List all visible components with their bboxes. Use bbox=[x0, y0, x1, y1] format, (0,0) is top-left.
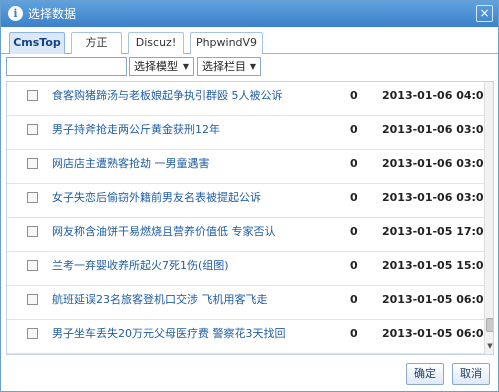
cancel-button[interactable]: 取消 bbox=[452, 363, 490, 385]
comment-count: 0 bbox=[350, 89, 358, 102]
select-data-dialog: i 选择数据 × CmsTop 方正 Discuz! PhpwindV9 选择模… bbox=[0, 0, 499, 392]
dialog-footer: 确定 取消 bbox=[1, 357, 498, 391]
chevron-down-icon: ▼ bbox=[182, 62, 189, 71]
comment-count: 0 bbox=[350, 327, 358, 340]
model-select[interactable]: 选择模型 ▼ bbox=[129, 57, 194, 76]
dialog-title: 选择数据 bbox=[28, 7, 77, 21]
row-checkbox[interactable] bbox=[27, 294, 38, 305]
publish-date: 2013-01-06 04:06 bbox=[382, 89, 492, 102]
row-checkbox[interactable] bbox=[27, 260, 38, 271]
row-checkbox[interactable] bbox=[27, 328, 38, 339]
scroll-down-icon[interactable]: ▼ bbox=[486, 340, 493, 352]
article-title-link[interactable]: 兰考一弃婴收养所起火7死1伤(组图) bbox=[52, 258, 229, 274]
publish-date: 2013-01-05 15:03 bbox=[382, 259, 492, 272]
comment-count: 0 bbox=[350, 293, 358, 306]
tab-discuz[interactable]: Discuz! bbox=[128, 32, 184, 54]
list-item[interactable]: 网店店主遭熟客抢劫 一男童遇害 0 2013-01-06 03:00 bbox=[7, 150, 491, 184]
list-item[interactable]: 航班延误23名旅客登机口交涉 飞机用客飞走 0 2013-01-05 06:04 bbox=[7, 286, 491, 320]
list-item[interactable]: 食客购猪蹄汤与老板娘起争执引群殴 5人被公诉 0 2013-01-06 04:0… bbox=[7, 82, 491, 116]
article-title-link[interactable]: 网店店主遭熟客抢劫 一男童遇害 bbox=[52, 156, 210, 172]
list-item[interactable]: 男子坐车丢失20万元父母医疗费 警察花3天找回 0 2013-01-05 06:… bbox=[7, 320, 491, 354]
article-title-link[interactable]: 食客购猪蹄汤与老板娘起争执引群殴 5人被公诉 bbox=[52, 88, 283, 104]
ok-button[interactable]: 确定 bbox=[406, 363, 444, 385]
row-checkbox[interactable] bbox=[27, 158, 38, 169]
list-item[interactable]: 男子持斧抢走两公斤黄金获刑12年 0 2013-01-06 03:00 bbox=[7, 116, 491, 150]
row-checkbox[interactable] bbox=[27, 226, 38, 237]
article-title-link[interactable]: 男子坐车丢失20万元父母医疗费 警察花3天找回 bbox=[52, 326, 286, 342]
article-title-link[interactable]: 航班延误23名旅客登机口交涉 飞机用客飞走 bbox=[52, 292, 268, 308]
filter-toolbar: 选择模型 ▼ 选择栏目 ▼ bbox=[1, 54, 498, 79]
publish-date: 2013-01-05 06:04 bbox=[382, 293, 492, 306]
vertical-scrollbar[interactable]: ▼ bbox=[484, 82, 493, 354]
publish-date: 2013-01-06 03:00 bbox=[382, 191, 492, 204]
article-list[interactable]: 食客购猪蹄汤与老板娘起争执引群殴 5人被公诉 0 2013-01-06 04:0… bbox=[6, 81, 494, 355]
publish-date: 2013-01-06 03:00 bbox=[382, 123, 492, 136]
article-title-link[interactable]: 男子持斧抢走两公斤黄金获刑12年 bbox=[52, 122, 220, 138]
comment-count: 0 bbox=[350, 123, 358, 136]
info-icon: i bbox=[8, 6, 23, 21]
article-title-link[interactable]: 网友称含油饼干易燃烧且营养价值低 专家否认 bbox=[52, 224, 276, 240]
column-select[interactable]: 选择栏目 ▼ bbox=[197, 57, 261, 76]
scroll-thumb[interactable] bbox=[486, 318, 493, 332]
column-select-label: 选择栏目 bbox=[202, 60, 246, 73]
tab-phpwind[interactable]: PhpwindV9 bbox=[190, 32, 263, 54]
publish-date: 2013-01-05 06:04 bbox=[382, 327, 492, 340]
search-input[interactable] bbox=[6, 57, 127, 76]
tab-bar: CmsTop 方正 Discuz! PhpwindV9 bbox=[1, 27, 498, 54]
tab-fangzheng[interactable]: 方正 bbox=[71, 32, 122, 54]
close-button[interactable]: × bbox=[476, 5, 493, 22]
tab-cmstop[interactable]: CmsTop bbox=[9, 32, 65, 54]
row-checkbox[interactable] bbox=[27, 90, 38, 101]
row-checkbox[interactable] bbox=[27, 192, 38, 203]
publish-date: 2013-01-06 03:00 bbox=[382, 157, 492, 170]
comment-count: 0 bbox=[350, 157, 358, 170]
list-item[interactable]: 兰考一弃婴收养所起火7死1伤(组图) 0 2013-01-05 15:03 bbox=[7, 252, 491, 286]
list-item[interactable]: 网友称含油饼干易燃烧且营养价值低 专家否认 0 2013-01-05 17:06 bbox=[7, 218, 491, 252]
article-title-link[interactable]: 女子失恋后偷窃外籍前男友名表被提起公诉 bbox=[52, 190, 261, 206]
list-item[interactable]: 女子失恋后偷窃外籍前男友名表被提起公诉 0 2013-01-06 03:00 bbox=[7, 184, 491, 218]
comment-count: 0 bbox=[350, 259, 358, 272]
comment-count: 0 bbox=[350, 191, 358, 204]
dialog-titlebar: i 选择数据 × bbox=[1, 1, 498, 27]
model-select-label: 选择模型 bbox=[134, 60, 178, 73]
chevron-down-icon: ▼ bbox=[249, 62, 256, 71]
publish-date: 2013-01-05 17:06 bbox=[382, 225, 492, 238]
row-checkbox[interactable] bbox=[27, 124, 38, 135]
comment-count: 0 bbox=[350, 225, 358, 238]
